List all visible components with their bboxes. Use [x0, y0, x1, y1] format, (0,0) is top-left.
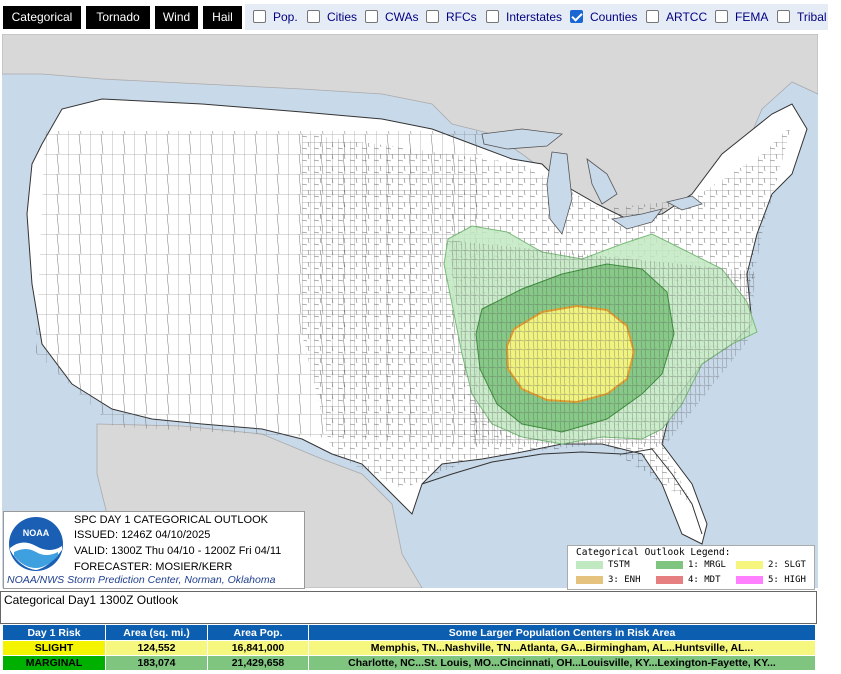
layer-options: Pop. Cities CWAs RFCs Interstates Counti…	[245, 4, 828, 30]
tab-hail[interactable]: Hail	[203, 6, 242, 29]
option-label: RFCs	[446, 10, 477, 24]
tab-wind[interactable]: Wind	[155, 6, 198, 29]
rfcs-checkbox[interactable]	[426, 10, 439, 23]
option-interstates[interactable]: Interstates	[486, 4, 562, 30]
categorical-legend: Categorical Outlook Legend: TSTM 1: MRGL…	[567, 545, 815, 590]
legend-label-high: 5: HIGH	[768, 575, 806, 585]
header-centers: Some Larger Population Centers in Risk A…	[308, 624, 816, 641]
issued-time: ISSUED: 1246Z 04/10/2025	[74, 529, 211, 541]
tab-categorical[interactable]: Categorical	[3, 6, 81, 29]
spc-footer: NOAA/NWS Storm Prediction Center, Norman…	[7, 574, 276, 586]
legend-swatch-high	[736, 576, 763, 584]
option-cities[interactable]: Cities	[307, 4, 357, 30]
header-risk: Day 1 Risk	[2, 624, 106, 641]
noaa-logo-text: NOAA	[23, 528, 50, 538]
risk-centers: Memphis, TN...Nashville, TN...Atlanta, G…	[308, 640, 816, 656]
risk-level: SLIGHT	[2, 640, 106, 656]
option-label: CWAs	[385, 10, 419, 24]
option-counties[interactable]: Counties	[570, 4, 637, 30]
header-area: Area (sq. mi.)	[105, 624, 208, 641]
caption-text: Categorical Day1 1300Z Outlook	[4, 593, 179, 607]
noaa-logo: NOAA	[9, 517, 63, 571]
risk-area: 183,074	[105, 655, 208, 671]
tribal-checkbox[interactable]	[777, 10, 790, 23]
legend-swatch-tstm	[576, 561, 603, 569]
valid-time: VALID: 1300Z Thu 04/10 - 1200Z Fri 04/11	[74, 545, 282, 557]
option-artcc[interactable]: ARTCC	[646, 4, 707, 30]
risk-area: 124,552	[105, 640, 208, 656]
legend-swatch-enh	[576, 576, 603, 584]
counties-checkbox[interactable]	[570, 10, 583, 23]
option-rfcs[interactable]: RFCs	[426, 4, 477, 30]
fema-checkbox[interactable]	[715, 10, 728, 23]
option-label: Tribal	[797, 10, 827, 24]
option-tribal[interactable]: Tribal	[777, 4, 827, 30]
legend-label-slgt: 2: SLGT	[768, 560, 806, 570]
artcc-checkbox[interactable]	[646, 10, 659, 23]
legend-label-mrgl: 1: MRGL	[688, 560, 726, 570]
cwas-checkbox[interactable]	[365, 10, 378, 23]
outlook-map[interactable]	[2, 34, 818, 588]
legend-label-mdt: 4: MDT	[688, 575, 721, 585]
interstates-checkbox[interactable]	[486, 10, 499, 23]
forecaster: FORECASTER: MOSIER/KERR	[74, 561, 233, 573]
risk-table: Day 1 Risk Area (sq. mi.) Area Pop. Some…	[2, 624, 816, 671]
outlook-info-box: NOAA SPC DAY 1 CATEGORICAL OUTLOOK ISSUE…	[3, 511, 305, 589]
table-row: SLIGHT 124,552 16,841,000 Memphis, TN...…	[2, 640, 816, 656]
option-cwas[interactable]: CWAs	[365, 4, 419, 30]
option-label: Interstates	[506, 10, 563, 24]
option-label: ARTCC	[666, 10, 708, 24]
legend-label-tstm: TSTM	[608, 560, 630, 570]
outlook-title: SPC DAY 1 CATEGORICAL OUTLOOK	[74, 514, 268, 526]
option-fema[interactable]: FEMA	[715, 4, 768, 30]
legend-label-enh: 3: ENH	[608, 575, 641, 585]
table-row: MARGINAL 183,074 21,429,658 Charlotte, N…	[2, 655, 816, 671]
option-pop[interactable]: Pop.	[253, 4, 298, 30]
header-pop: Area Pop.	[207, 624, 309, 641]
cities-checkbox[interactable]	[307, 10, 320, 23]
legend-swatch-mdt	[656, 576, 683, 584]
pop-checkbox[interactable]	[253, 10, 266, 23]
outlook-caption: Categorical Day1 1300Z Outlook	[0, 591, 817, 624]
table-header-row: Day 1 Risk Area (sq. mi.) Area Pop. Some…	[2, 624, 816, 641]
tab-tornado[interactable]: Tornado	[86, 6, 150, 29]
legend-swatch-slgt	[736, 561, 763, 569]
option-label: Counties	[590, 10, 638, 24]
legend-swatch-mrgl	[656, 561, 683, 569]
risk-pop: 16,841,000	[207, 640, 309, 656]
risk-level: MARGINAL	[2, 655, 106, 671]
risk-pop: 21,429,658	[207, 655, 309, 671]
option-label: FEMA	[735, 10, 769, 24]
risk-centers: Charlotte, NC...St. Louis, MO...Cincinna…	[308, 655, 816, 671]
option-label: Pop.	[273, 10, 298, 24]
option-label: Cities	[327, 10, 358, 24]
legend-title: Categorical Outlook Legend:	[576, 547, 731, 558]
toolbar: Categorical Tornado Wind Hail Pop. Citie…	[0, 0, 841, 34]
